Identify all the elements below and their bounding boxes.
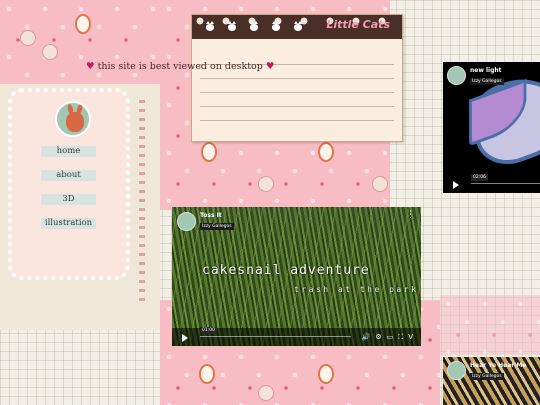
play-icon[interactable] <box>453 181 459 189</box>
tag-decoration <box>42 44 58 60</box>
heart-icon: ♥ <box>265 61 275 72</box>
nav-home[interactable]: home <box>41 146 96 157</box>
video-player-hear-ye[interactable]: Hear Ye Hear Me Izzy Gallegos <box>443 357 540 405</box>
cat-pattern <box>192 21 302 31</box>
tag-decoration <box>258 176 274 192</box>
tag-decoration <box>20 30 36 46</box>
notebook-title: Little Cats <box>326 18 390 31</box>
progress-bar[interactable] <box>471 183 540 184</box>
medallion-decoration <box>318 364 334 384</box>
tag-decoration <box>258 385 274 401</box>
control-icons: 🔊 ⚙ ▭ ⛶ V <box>362 333 413 342</box>
medallion-decoration <box>199 364 215 384</box>
nav-3d[interactable]: 3D <box>41 194 96 205</box>
bunny-icon <box>66 112 84 132</box>
medallion-decoration <box>201 142 217 162</box>
progress-bar[interactable] <box>200 336 351 337</box>
settings-icon[interactable]: ⚙ <box>375 333 381 342</box>
video-overlay-subtitle: trash at the park <box>294 285 419 294</box>
cat-icon <box>294 21 302 31</box>
cat-icon <box>272 21 280 31</box>
volume-icon[interactable]: 🔊 <box>362 333 371 342</box>
whale-fin <box>469 78 527 147</box>
nav-about[interactable]: about <box>41 170 96 181</box>
video-player-new-light[interactable]: new light Izzy Gallegos 02:06 <box>443 62 540 193</box>
video-controls: 01:00 🔊 ⚙ ▭ ⛶ V <box>172 327 421 346</box>
video-overlay-title: cakesnail adventure <box>202 263 370 278</box>
video-author[interactable]: Izzy Gallegos <box>470 373 504 380</box>
desktop-notice: ♥ this site is best viewed on desktop ♥ <box>86 61 274 72</box>
channel-avatar[interactable] <box>177 212 196 231</box>
video-author[interactable]: Izzy Gallegos <box>470 78 504 85</box>
tag-decoration <box>372 176 388 192</box>
fullscreen-icon[interactable]: ⛶ <box>398 333 403 342</box>
vimeo-icon[interactable]: V <box>408 333 413 342</box>
medallion-decoration <box>318 142 334 162</box>
heart-icon: ♥ <box>86 61 95 72</box>
vine-decoration <box>139 100 145 305</box>
video-title[interactable]: new light <box>470 67 502 74</box>
video-time: 01:00 <box>200 327 217 334</box>
notebook-header: Little Cats <box>192 15 402 39</box>
cat-icon <box>228 21 236 31</box>
nav-illustration[interactable]: illustration <box>41 218 96 229</box>
more-options-icon[interactable]: ⋮ <box>406 211 415 220</box>
pink-wallpaper-right <box>440 295 540 355</box>
pip-icon[interactable]: ▭ <box>387 333 394 342</box>
medallion-decoration <box>75 14 91 34</box>
video-time: 02:06 <box>471 174 488 181</box>
cat-icon <box>250 21 258 31</box>
avatar <box>55 101 91 137</box>
play-icon[interactable] <box>182 334 188 342</box>
video-author[interactable]: Izzy Gallegos <box>200 223 234 230</box>
channel-avatar[interactable] <box>447 361 466 380</box>
desktop-notice-text: this site is best viewed on desktop <box>97 61 263 72</box>
video-title[interactable]: Hear Ye Hear Me <box>470 362 526 369</box>
notebook-widget: Little Cats <box>191 14 403 142</box>
video-title[interactable]: Toss It <box>200 212 222 219</box>
video-controls: 02:06 <box>443 174 540 193</box>
video-player-main[interactable]: Toss It Izzy Gallegos ⋮ cakesnail advent… <box>172 207 421 346</box>
channel-avatar[interactable] <box>447 66 466 85</box>
cat-icon <box>206 21 214 31</box>
